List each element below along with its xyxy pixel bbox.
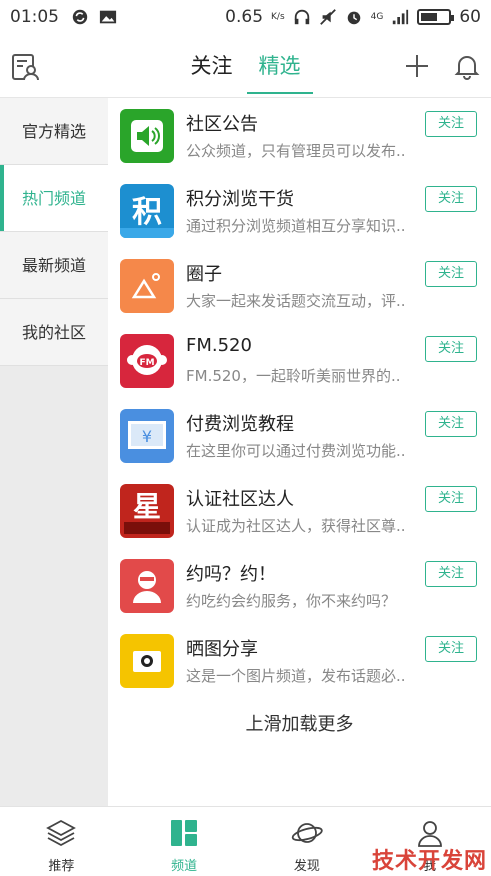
channel-desc: 认证成为社区达人，获得社区尊.. [186,517,406,535]
channel-title: 约吗？约！ [186,564,276,585]
alarm-icon [347,11,360,25]
follow-button[interactable]: 关注 [425,111,477,137]
channel-desc: 这是一个图片频道，发布话题必.. [186,667,406,685]
list-item[interactable]: FM FM.520 FM.520，一起聆听美丽世界的.. 关注 [108,323,491,398]
signal-icon [393,9,409,25]
channel-desc: 在这里你可以通过付费浏览功能.. [186,442,406,460]
channel-title: 付费浏览教程 [186,414,294,435]
mountain-icon [120,259,174,313]
follow-button[interactable]: 关注 [425,186,477,212]
watermark-text: 技术开发网 [371,849,487,874]
nav-label: 发现 [293,859,320,874]
battery-percent: 60 [459,7,481,27]
category-sidebar: 官方精选 热门频道 最新频道 我的社区 [0,98,108,806]
channel-desc: 大家一起来发话题交流互动，评.. [186,292,406,310]
star-badge-icon: 星 [120,484,174,538]
list-item[interactable]: 晒图分享 这是一个图片频道，发布话题必.. 关注 [108,623,491,698]
list-item[interactable]: 星 认证社区达人 认证成为社区达人，获得社区尊.. 关注 [108,473,491,548]
follow-button[interactable]: 关注 [425,411,477,437]
tab-featured[interactable]: 精选 [246,34,313,98]
svg-text:星: 星 [133,490,161,523]
sidebar-item-newest[interactable]: 最新频道 [0,232,108,299]
channel-title: 认证社区达人 [186,489,294,510]
status-bar: 01:05 0.65 K/s 4G 60 [0,0,491,34]
follow-button[interactable]: 关注 [425,486,477,512]
sidebar-item-hot[interactable]: 热门频道 [0,165,108,232]
mute-icon [319,9,336,25]
network-type: 4G [370,12,384,22]
follow-button[interactable]: 关注 [425,561,477,587]
nav-label: 频道 [171,859,198,874]
list-item[interactable]: 积 积分浏览干货 通过积分浏览频道相互分享知识.. 关注 [108,173,491,248]
layers-icon [46,819,77,847]
image-icon [99,10,117,24]
points-icon: 积 [120,184,174,238]
tab-following[interactable]: 关注 [189,34,235,98]
sidebar-item-official[interactable]: 官方精选 [0,98,108,165]
app-header: 关注 精选 [0,34,491,98]
headphones-icon [294,9,309,25]
list-item[interactable]: 圈子 大家一起来发话题交流互动，评.. 关注 [108,248,491,323]
load-more-hint: 上滑加载更多 [245,714,354,735]
add-icon[interactable] [403,52,431,80]
channel-desc: 约吃约会约服务，你不来约吗？ [186,592,397,610]
channel-desc: FM.520，一起聆听美丽世界的.. [186,367,401,385]
channel-title: 晒图分享 [186,639,258,660]
planet-icon [291,823,323,843]
battery-icon [417,9,455,25]
radio-icon: FM [120,334,174,388]
channel-desc: 通过积分浏览频道相互分享知识.. [186,217,406,235]
list-item[interactable]: 社区公告 公众频道，只有管理员可以发布.. 关注 [108,98,491,173]
nav-discover[interactable]: 发现 [246,807,369,876]
follow-button[interactable]: 关注 [425,636,477,662]
channels-icon [171,820,198,846]
channel-list: 社区公告 公众频道，只有管理员可以发布.. 关注 积 积分浏览干货 通过积分浏览… [108,98,491,806]
network-speed: 0.65 [225,7,264,27]
list-item[interactable]: ¥ 付费浏览教程 在这里你可以通过付费浏览功能.. 关注 [108,398,491,473]
list-item[interactable]: 约吗？约！ 约吃约会约服务，你不来约吗？ 关注 [108,548,491,623]
nav-label: 推荐 [48,859,75,874]
megaphone-icon [120,109,174,163]
channel-title: 积分浏览干货 [186,189,294,210]
channel-title: 社区公告 [186,114,258,135]
network-unit: K/s [271,12,285,22]
nav-recommend[interactable]: 推荐 [0,807,123,876]
channel-title: FM.520 [186,335,252,356]
svg-text:¥: ¥ [142,427,152,446]
bell-icon[interactable] [453,52,481,80]
follow-button[interactable]: 关注 [425,336,477,362]
svg-text:FM: FM [139,358,154,368]
yuan-screen-icon: ¥ [120,409,174,463]
person-icon [120,559,174,613]
camera-icon [120,634,174,688]
nav-channels[interactable]: 频道 [123,807,246,876]
channel-title: 圈子 [186,264,222,285]
sidebar-item-my-community[interactable]: 我的社区 [0,299,108,366]
channel-desc: 公众频道，只有管理员可以发布.. [186,142,406,160]
sync-icon [72,9,88,25]
svg-text:积: 积 [132,195,162,230]
status-time: 01:05 [10,7,59,27]
follow-button[interactable]: 关注 [425,261,477,287]
